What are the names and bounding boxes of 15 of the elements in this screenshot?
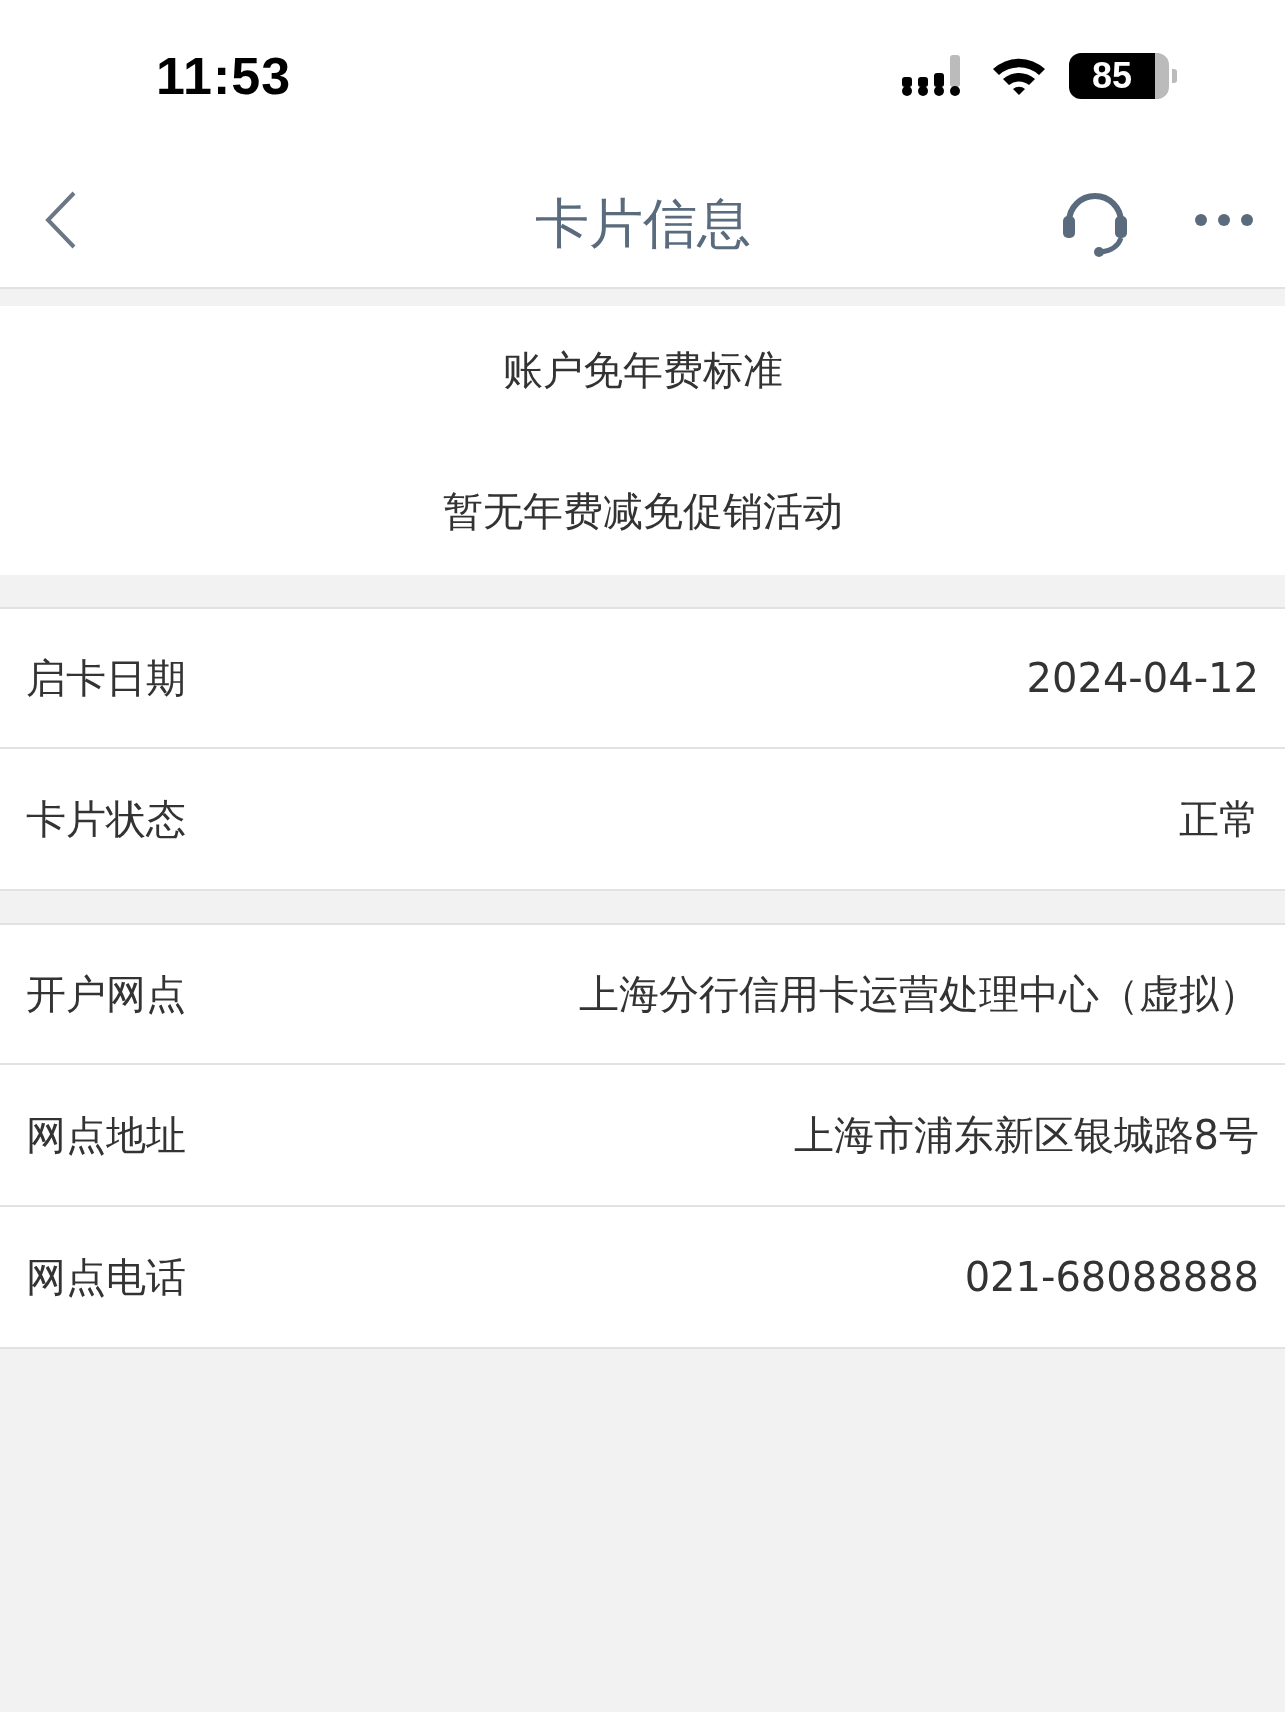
row-label: 网点地址 <box>26 1110 186 1160</box>
row-label: 卡片状态 <box>26 794 186 844</box>
row-value: 上海分行信用卡运营处理中心（虚拟） <box>579 969 1259 1019</box>
fee-message: 暂无年费减免促销活动 <box>442 486 843 536</box>
fee-standard-title: 账户免年费标准 <box>502 345 783 395</box>
row-value: 上海市浦东新区银城路8号 <box>793 1110 1259 1160</box>
row-label: 开户网点 <box>26 969 186 1019</box>
more-icon[interactable] <box>1193 211 1255 228</box>
row-value: 2024-04-12 <box>1026 655 1259 701</box>
row-label: 启卡日期 <box>26 653 186 703</box>
clock-time: 11:53 <box>156 46 292 106</box>
row-value: 正常 <box>1179 794 1259 844</box>
page-title: 卡片信息 <box>534 191 751 257</box>
row-label: 网点电话 <box>26 1252 186 1302</box>
row-value: 021-68088888 <box>964 1254 1259 1300</box>
